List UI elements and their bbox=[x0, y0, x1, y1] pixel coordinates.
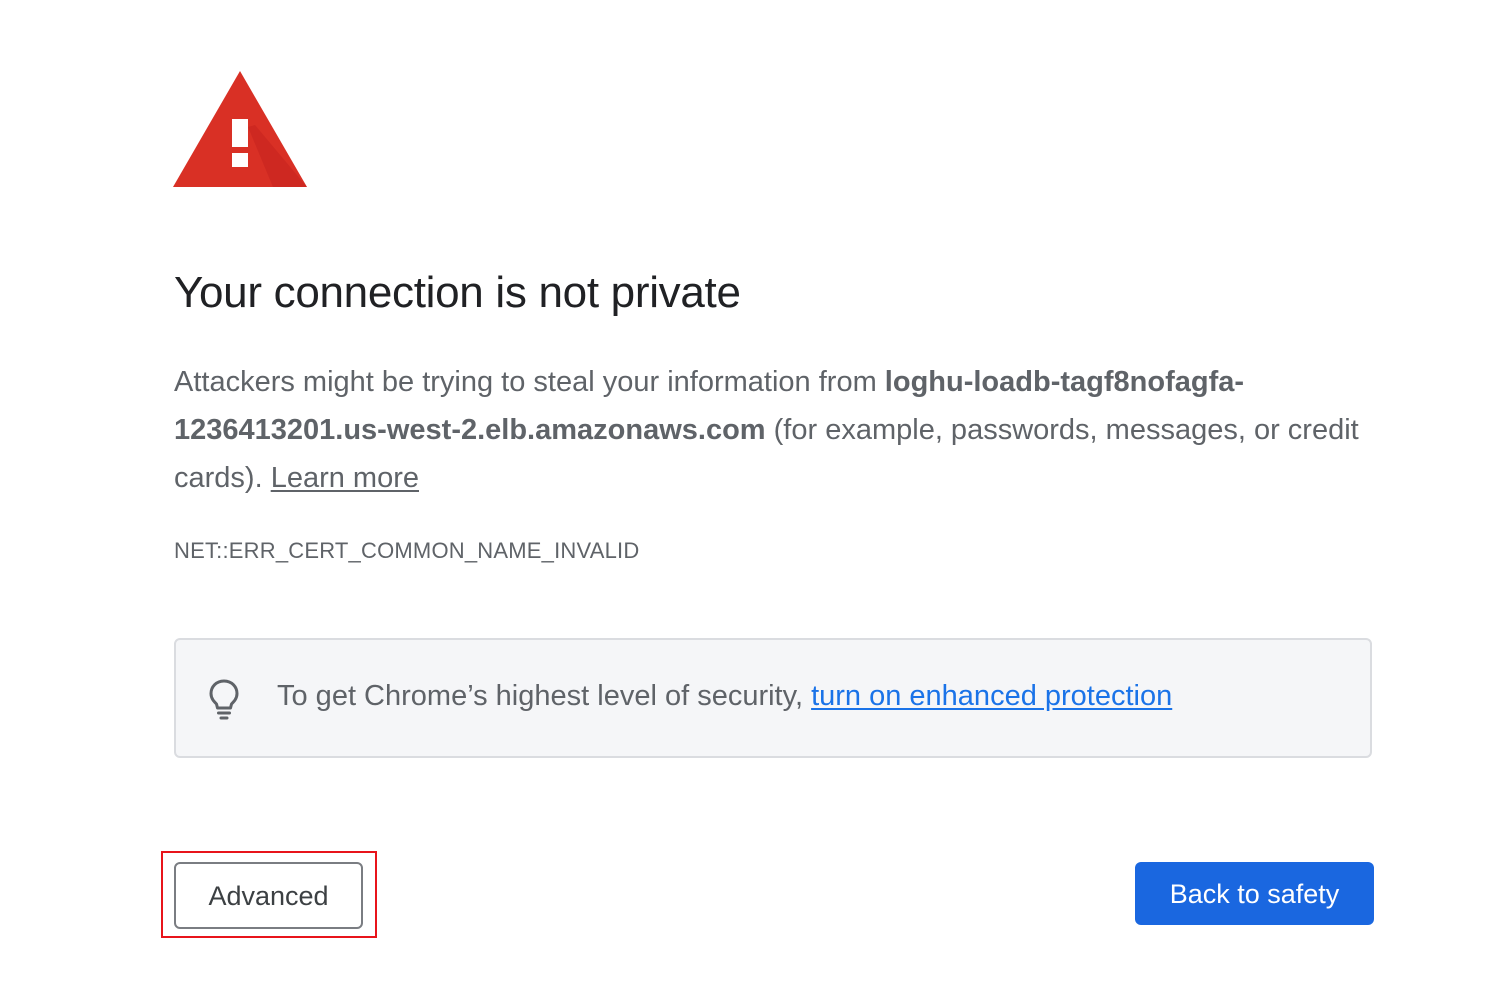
explanation-text: Attackers might be trying to steal your … bbox=[174, 358, 1384, 502]
warning-triangle-icon bbox=[173, 71, 307, 187]
advanced-button[interactable]: Advanced bbox=[174, 862, 363, 929]
error-code: NET::ERR_CERT_COMMON_NAME_INVALID bbox=[174, 538, 640, 563]
enhanced-protection-promo: To get Chrome’s highest level of securit… bbox=[174, 638, 1372, 758]
host-name-part-2: 1236413201.us-west-2.elb.amazonaws.com bbox=[174, 414, 766, 446]
lightbulb-icon bbox=[209, 679, 239, 720]
learn-more-link[interactable]: Learn more bbox=[271, 462, 419, 494]
page-title: Your connection is not private bbox=[174, 268, 741, 317]
back-to-safety-button[interactable]: Back to safety bbox=[1135, 862, 1374, 925]
promo-text: To get Chrome’s highest level of securit… bbox=[277, 680, 1172, 713]
promo-label: To get Chrome’s highest level of securit… bbox=[277, 680, 812, 712]
host-name-part-1: loghu-loadb-tagf8nofagfa- bbox=[884, 366, 1245, 398]
explanation-prefix: Attackers might be trying to steal your … bbox=[174, 366, 885, 398]
enhanced-protection-link[interactable]: turn on enhanced protection bbox=[811, 680, 1172, 712]
